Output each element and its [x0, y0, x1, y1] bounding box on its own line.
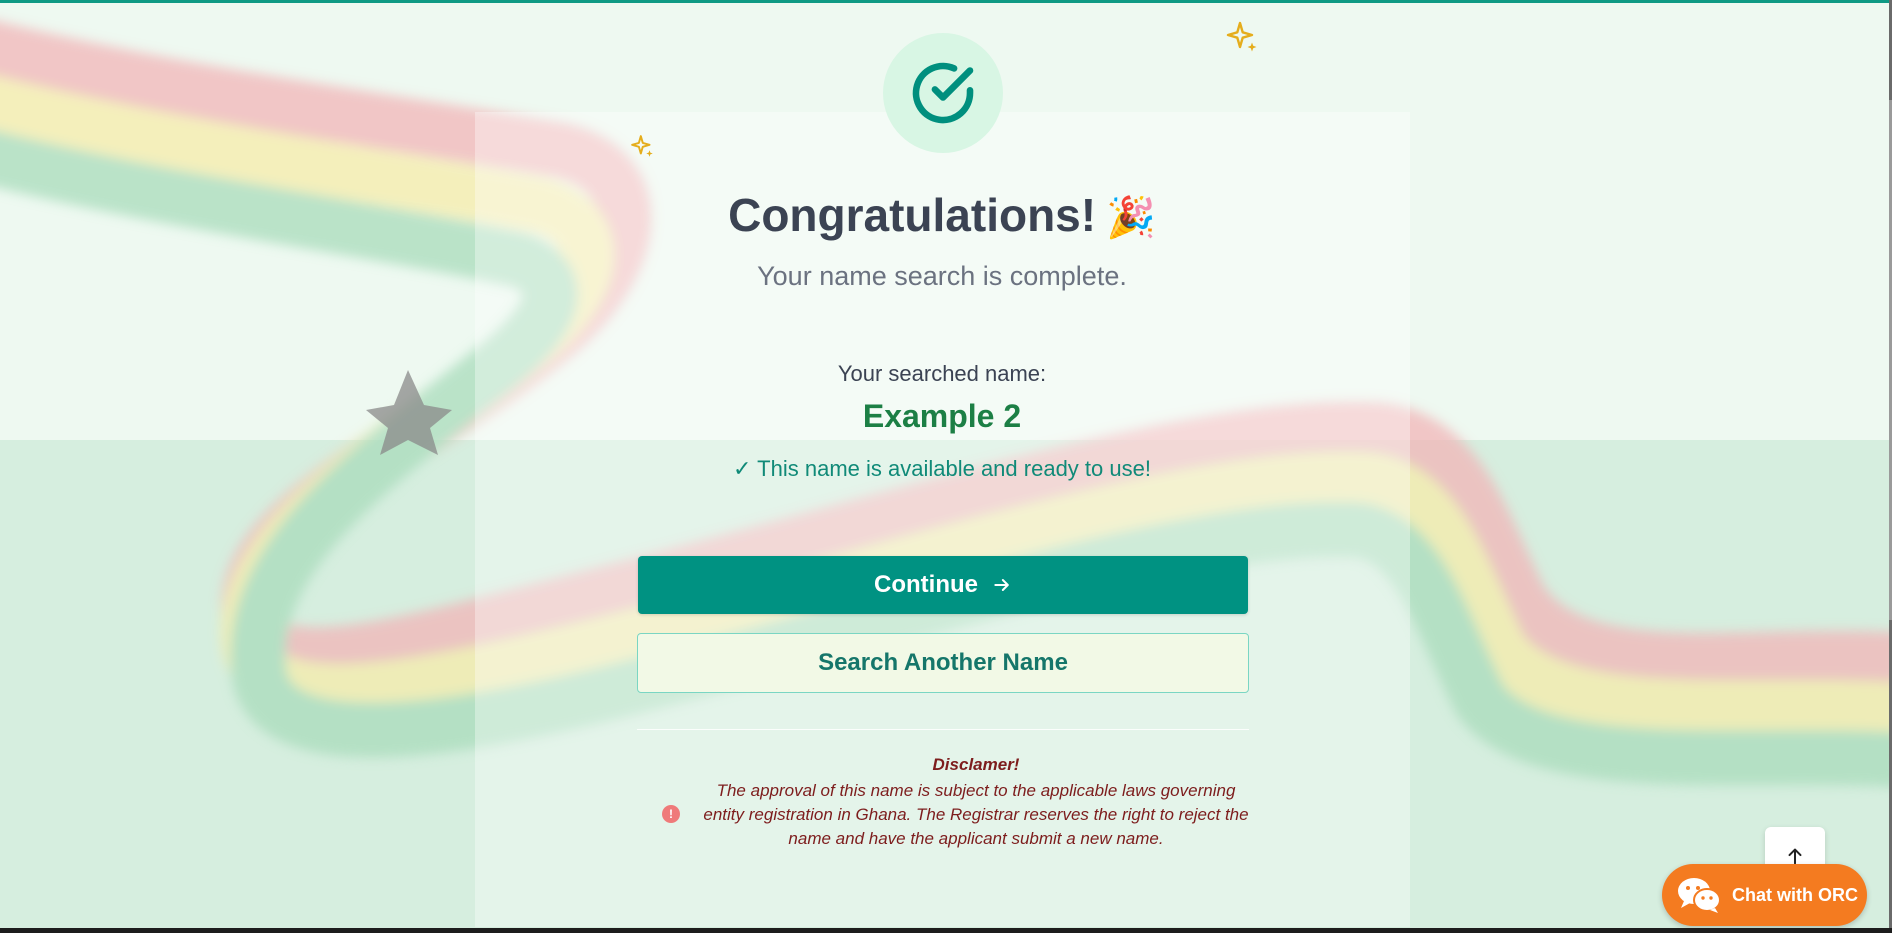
availability-status: ✓ This name is available and ready to us… — [733, 456, 1151, 481]
sparkles-icon — [1225, 20, 1261, 61]
alert-icon: ! — [662, 805, 680, 823]
chat-label: Chat with ORC — [1732, 884, 1858, 905]
continue-label: Continue — [874, 571, 978, 598]
search-another-name-button[interactable]: Search Another Name — [637, 633, 1249, 693]
party-icon: 🎉 — [1106, 196, 1156, 240]
wechat-icon — [1676, 875, 1722, 915]
success-badge — [883, 33, 1003, 153]
disclaimer-title: Disclamer! — [932, 755, 1020, 774]
chat-with-orc-button[interactable]: Chat with ORC — [1662, 864, 1867, 926]
title-text: Congratulations! — [728, 189, 1097, 241]
bottom-edge — [0, 928, 1892, 933]
arrow-right-icon — [992, 575, 1012, 595]
disclaimer-text: The approval of this name is subject to … — [703, 781, 1249, 848]
check-circle-icon — [912, 62, 974, 124]
sparkles-icon — [630, 134, 656, 165]
page-title: Congratulations! 🎉 — [0, 188, 1884, 242]
page-subtitle: Your name search is complete. — [757, 261, 1127, 291]
top-accent-line — [0, 0, 1892, 3]
searched-name-label: Your searched name: — [837, 361, 1047, 386]
searched-name-value: Example 2 — [862, 398, 1022, 434]
divider — [637, 729, 1249, 730]
continue-button[interactable]: Continue — [638, 556, 1248, 614]
